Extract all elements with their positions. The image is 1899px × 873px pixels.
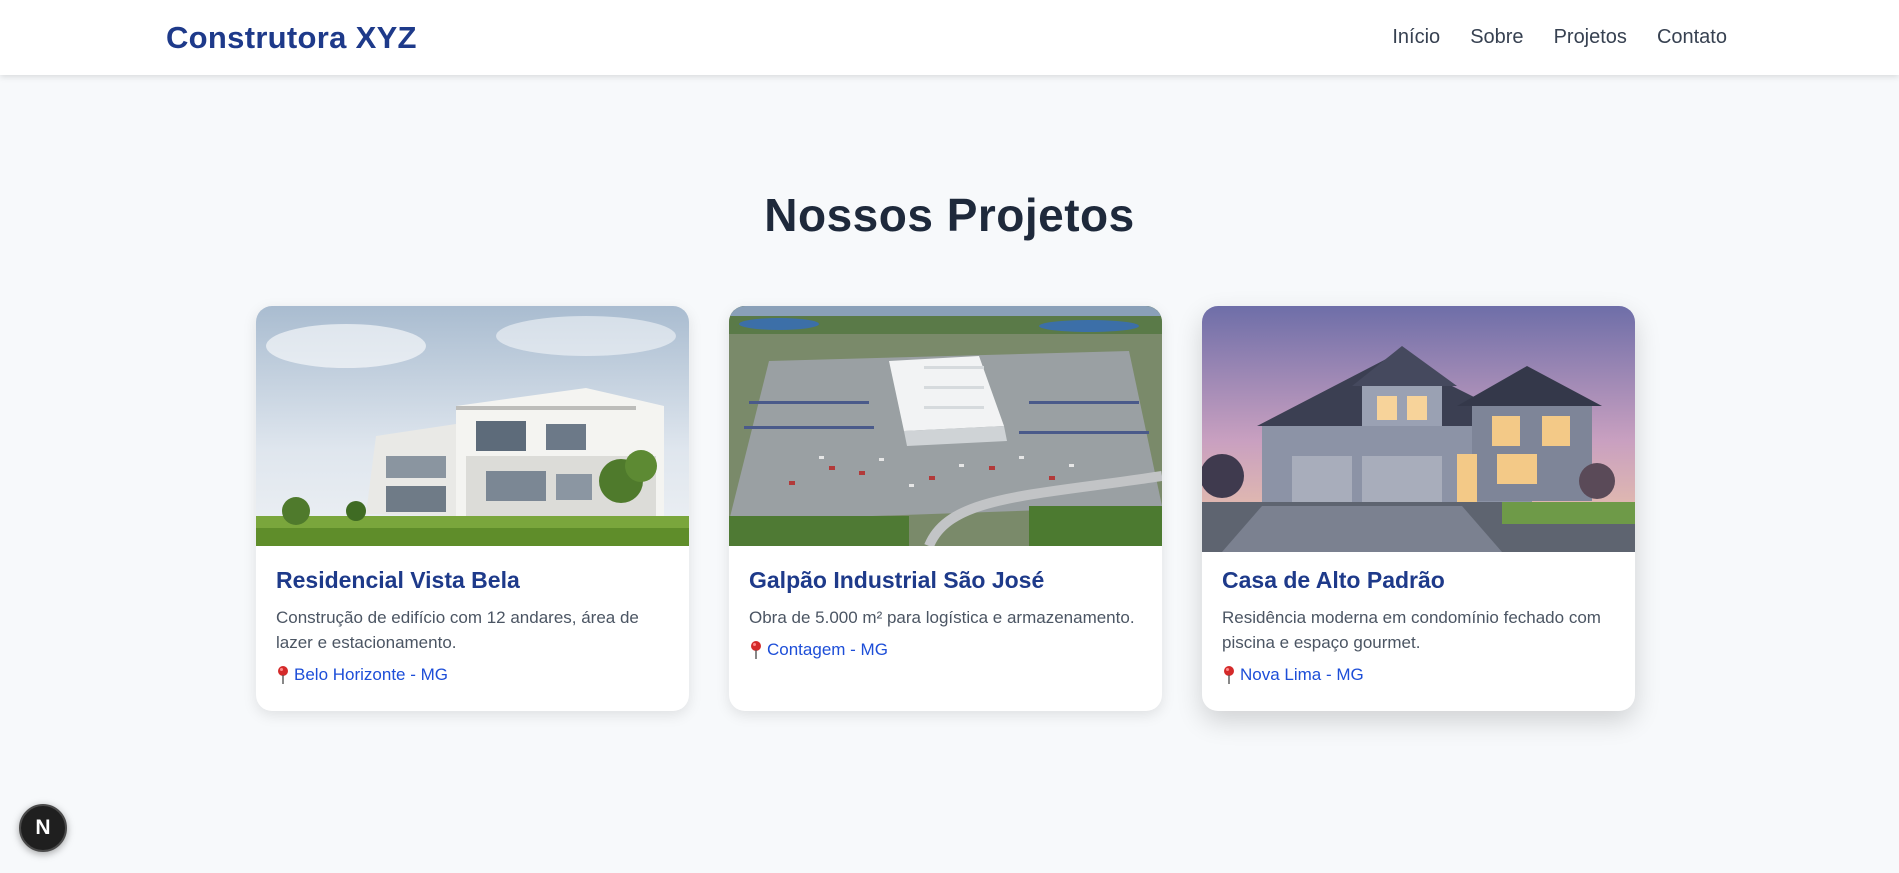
project-card-body: Residencial Vista Bela Construção de edi… — [256, 546, 689, 685]
project-card[interactable]: Casa de Alto Padrão Residência moderna e… — [1202, 306, 1635, 711]
brand-logo[interactable]: Construtora XYZ — [166, 20, 417, 56]
project-card-body: Casa de Alto Padrão Residência moderna e… — [1202, 552, 1635, 685]
nav-link-contato[interactable]: Contato — [1657, 26, 1727, 49]
top-navbar: Construtora XYZ Início Sobre Projetos Co… — [0, 0, 1899, 75]
project-location: Nova Lima - MG — [1222, 665, 1615, 685]
project-location: Contagem - MG — [749, 640, 1142, 660]
project-location-label: Belo Horizonte - MG — [294, 665, 448, 684]
project-title: Galpão Industrial São José — [749, 567, 1045, 593]
nav-link-inicio[interactable]: Início — [1392, 26, 1440, 49]
map-pin-icon — [278, 666, 288, 684]
page-title: Nossos Projetos — [764, 189, 1135, 241]
project-card-body: Galpão Industrial São José Obra de 5.000… — [729, 546, 1162, 660]
main-nav: Início Sobre Projetos Contato — [1392, 26, 1727, 49]
nav-link-projetos[interactable]: Projetos — [1554, 26, 1627, 49]
project-location-label: Contagem - MG — [767, 640, 888, 659]
project-location: Belo Horizonte - MG — [276, 665, 669, 685]
nextjs-logo-icon: N — [35, 816, 51, 839]
project-description: Construção de edifício com 12 andares, á… — [276, 608, 639, 652]
project-card[interactable]: Residencial Vista Bela Construção de edi… — [256, 306, 689, 711]
project-card[interactable]: Galpão Industrial São José Obra de 5.000… — [729, 306, 1162, 711]
map-pin-icon — [1224, 666, 1234, 684]
project-image-luxury-house — [1202, 306, 1635, 552]
projects-grid: Residencial Vista Bela Construção de edi… — [256, 306, 1635, 711]
project-description: Obra de 5.000 m² para logística e armaze… — [749, 608, 1135, 627]
project-title: Casa de Alto Padrão — [1222, 567, 1445, 593]
nextjs-dev-indicator-button[interactable]: N — [19, 804, 67, 852]
project-image-modern-building — [256, 306, 689, 546]
project-description: Residência moderna em condomínio fechado… — [1222, 608, 1601, 652]
nav-link-sobre[interactable]: Sobre — [1470, 26, 1523, 49]
project-image-industrial-warehouse — [729, 306, 1162, 546]
project-location-label: Nova Lima - MG — [1240, 665, 1364, 684]
map-pin-icon — [751, 641, 761, 659]
project-title: Residencial Vista Bela — [276, 567, 520, 593]
